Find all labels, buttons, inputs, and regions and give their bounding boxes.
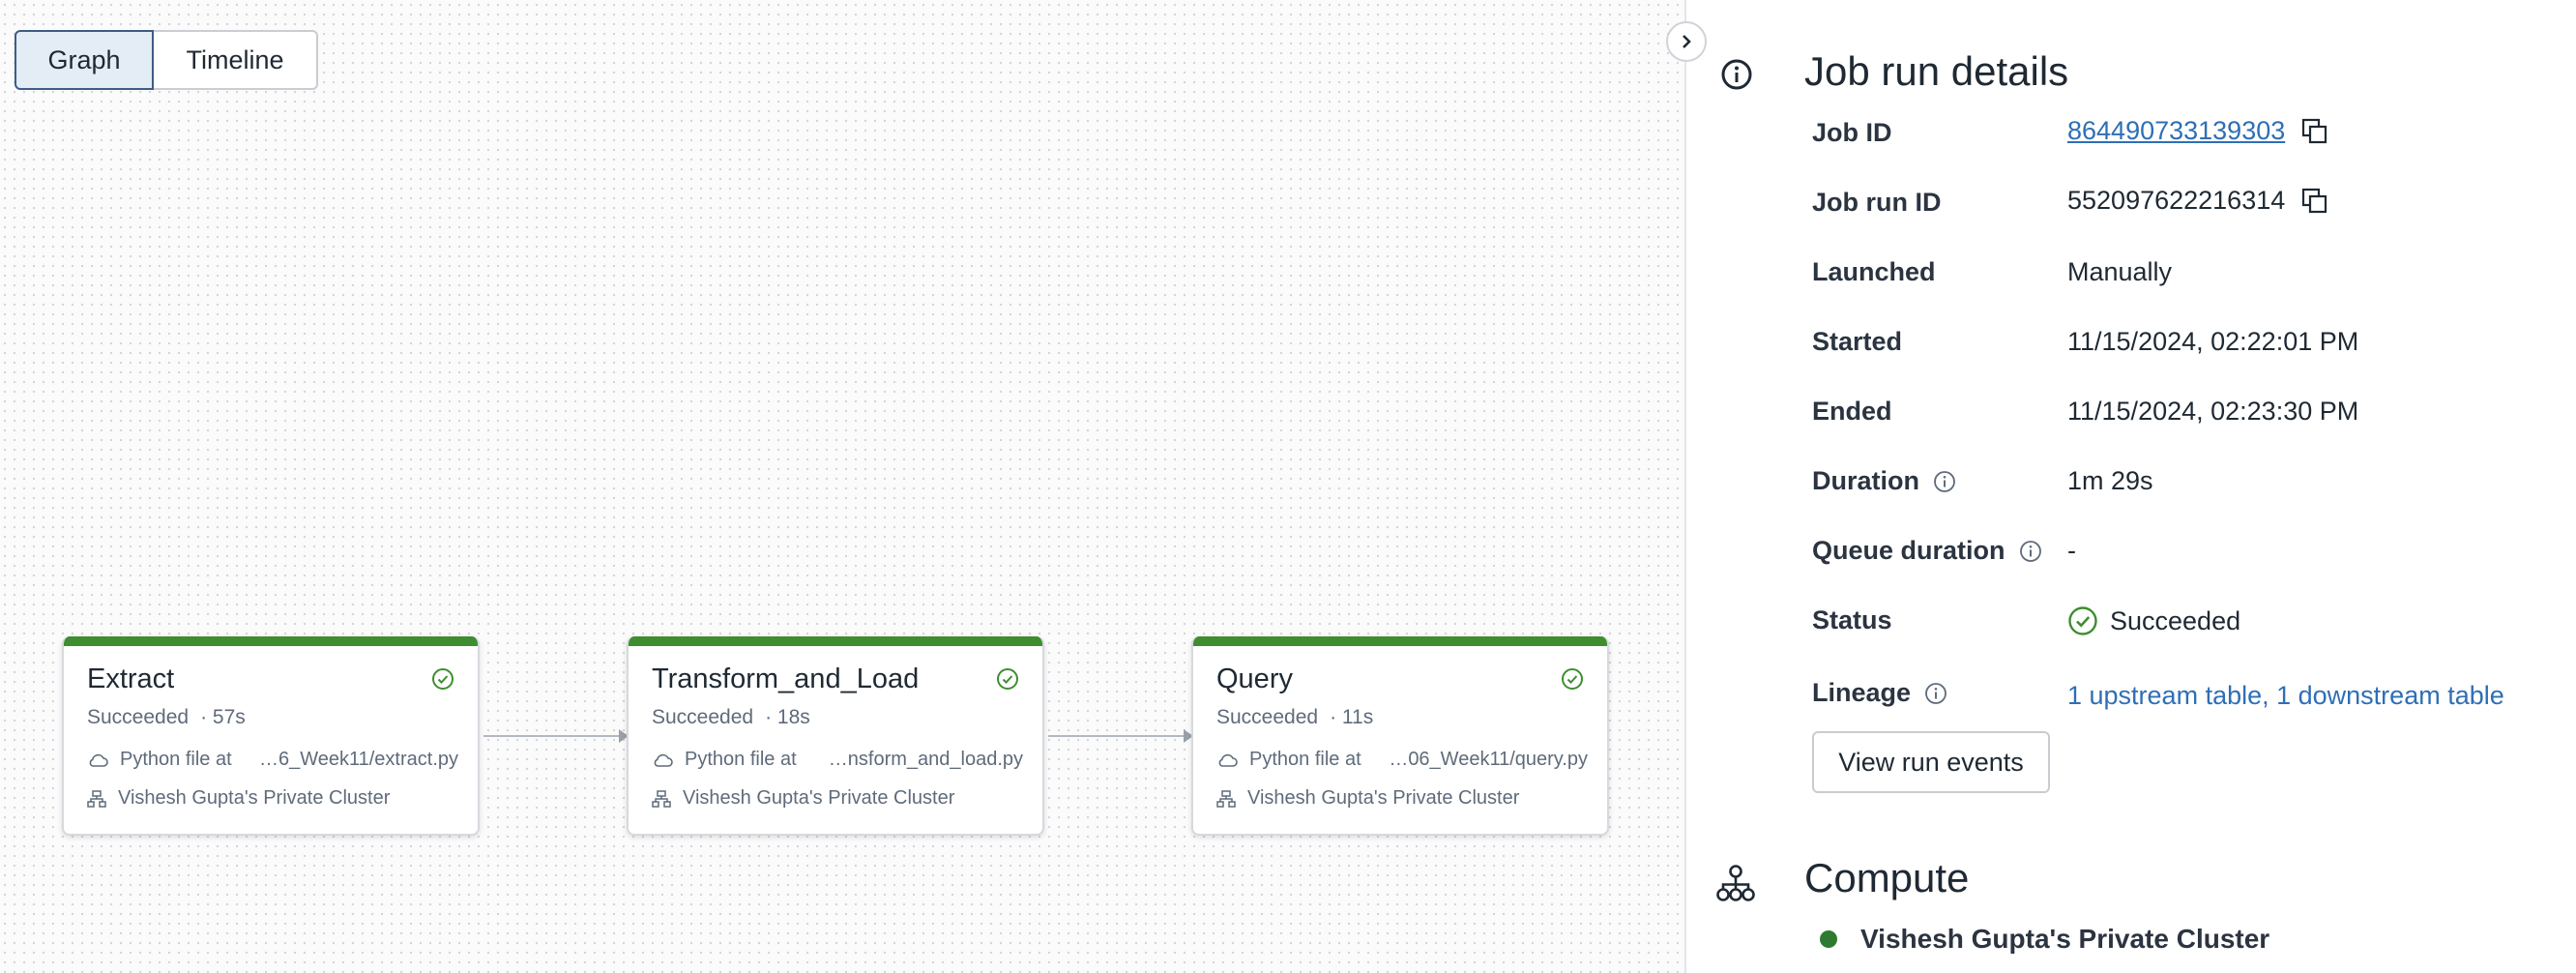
collapse-panel-button[interactable] xyxy=(1666,21,1707,62)
task-cluster-row: Vishesh Gupta's Private Cluster xyxy=(652,787,954,810)
started-label: Started xyxy=(1812,327,1903,356)
job-id-label: Job ID xyxy=(1812,118,1892,147)
task-status-bar xyxy=(1193,636,1607,646)
task-title: Query xyxy=(1216,663,1293,694)
check-circle-icon xyxy=(997,668,1018,690)
duration-value: 1m 29s xyxy=(2067,466,2153,495)
info-circle-icon[interactable] xyxy=(2019,540,2042,563)
details-title: Job run details xyxy=(1804,48,2069,94)
cloud-icon xyxy=(1218,753,1238,767)
status-text: Succeeded xyxy=(2110,605,2241,635)
task-status: Succeeded xyxy=(1216,706,1319,728)
task-status-bar xyxy=(64,636,478,646)
cluster-status-dot xyxy=(1820,930,1837,948)
launched-value: Manually xyxy=(2067,257,2173,286)
lineage-link[interactable]: 1 upstream table, 1 downstream table xyxy=(2067,681,2504,711)
task-node-query[interactable]: Query Succeeded · 11s Python file at …06_… xyxy=(1191,636,1609,836)
compute-cluster-name: Vishesh Gupta's Private Cluster xyxy=(1860,924,2270,954)
task-duration: · 11s xyxy=(1330,706,1374,728)
task-node-extract[interactable]: Extract Succeeded · 57s Python file at …6… xyxy=(62,636,480,836)
task-node-transform-and-load[interactable]: Transform_and_Load Succeeded · 18s Python… xyxy=(627,636,1044,836)
lineage-label-text: Lineage xyxy=(1812,678,1912,707)
task-file-row: Python file at …6_Week11/extract.py xyxy=(87,749,458,771)
check-circle-icon xyxy=(2068,606,2097,635)
lineage-label: Lineage xyxy=(1812,678,1947,708)
task-meta: Succeeded · 57s xyxy=(87,706,246,729)
task-file-path: …nsform_and_load.py xyxy=(828,749,1023,770)
task-title: Transform_and_Load xyxy=(652,663,920,694)
task-cluster-row: Vishesh Gupta's Private Cluster xyxy=(1216,787,1519,810)
compute-cluster-item[interactable]: Vishesh Gupta's Private Cluster xyxy=(1820,924,2269,955)
task-cluster-row: Vishesh Gupta's Private Cluster xyxy=(87,787,390,810)
copy-icon[interactable] xyxy=(2300,117,2329,146)
task-duration: · 18s xyxy=(765,706,810,728)
task-duration: · 57s xyxy=(200,706,246,728)
task-file-path: …06_Week11/query.py xyxy=(1389,749,1588,770)
task-title: Extract xyxy=(87,663,175,694)
view-run-events-button[interactable]: View run events xyxy=(1812,731,2050,793)
task-cluster: Vishesh Gupta's Private Cluster xyxy=(683,787,955,809)
status-label: Status xyxy=(1812,605,1892,634)
cloud-icon xyxy=(89,753,108,767)
task-status-bar xyxy=(629,636,1042,646)
task-status: Succeeded xyxy=(652,706,754,728)
job-run-id-label: Job run ID xyxy=(1812,188,1942,217)
task-meta: Succeeded · 11s xyxy=(1216,706,1373,729)
task-cluster: Vishesh Gupta's Private Cluster xyxy=(118,787,391,809)
task-file-label: Python file at xyxy=(1249,749,1361,770)
duration-label-text: Duration xyxy=(1812,466,1919,495)
task-meta: Succeeded · 18s xyxy=(652,706,810,729)
task-file-path: …6_Week11/extract.py xyxy=(258,749,458,770)
ended-label: Ended xyxy=(1812,397,1892,426)
task-file-label: Python file at xyxy=(685,749,797,770)
compute-icon xyxy=(1716,865,1755,901)
cloud-icon xyxy=(654,753,673,767)
task-file-row: Python file at …nsform_and_load.py xyxy=(652,749,1023,771)
view-toggle: Graph Timeline xyxy=(15,30,318,90)
info-circle-icon[interactable] xyxy=(1924,682,1947,705)
info-circle-icon[interactable] xyxy=(1933,470,1956,493)
dependency-edge xyxy=(483,729,629,743)
job-run-id-text: 552097622216314 xyxy=(2067,186,2286,215)
launched-label: Launched xyxy=(1812,257,1936,286)
copy-icon[interactable] xyxy=(2300,187,2329,216)
task-file-label: Python file at xyxy=(120,749,232,770)
task-cluster: Vishesh Gupta's Private Cluster xyxy=(1247,787,1520,809)
dependency-edge xyxy=(1048,729,1193,743)
lineage-value: 1 upstream table, 1 downstream table xyxy=(2067,681,2504,711)
cluster-icon xyxy=(1216,789,1236,808)
task-file-row: Python file at …06_Week11/query.py xyxy=(1216,749,1588,771)
queue-duration-value: - xyxy=(2067,536,2076,565)
status-value: Succeeded xyxy=(2067,605,2240,636)
compute-title: Compute xyxy=(1804,855,1970,900)
check-circle-icon xyxy=(1562,668,1583,690)
job-id-value: 864490733139303 xyxy=(2067,116,2329,146)
cluster-icon xyxy=(87,789,106,808)
info-circle-icon xyxy=(1721,59,1752,90)
job-id-link[interactable]: 864490733139303 xyxy=(2067,116,2285,146)
queue-duration-label-text: Queue duration xyxy=(1812,536,2005,565)
cluster-icon xyxy=(652,789,671,808)
tab-graph[interactable]: Graph xyxy=(15,30,154,90)
check-circle-icon xyxy=(432,668,454,690)
queue-duration-label: Queue duration xyxy=(1812,536,2042,566)
job-run-id-value: 552097622216314 xyxy=(2067,186,2329,216)
duration-label: Duration xyxy=(1812,466,1956,496)
chevron-right-icon xyxy=(1683,35,1691,48)
tab-timeline[interactable]: Timeline xyxy=(154,30,318,90)
task-status: Succeeded xyxy=(87,706,190,728)
started-value: 11/15/2024, 02:22:01 PM xyxy=(2067,327,2359,356)
ended-value: 11/15/2024, 02:23:30 PM xyxy=(2067,397,2359,426)
